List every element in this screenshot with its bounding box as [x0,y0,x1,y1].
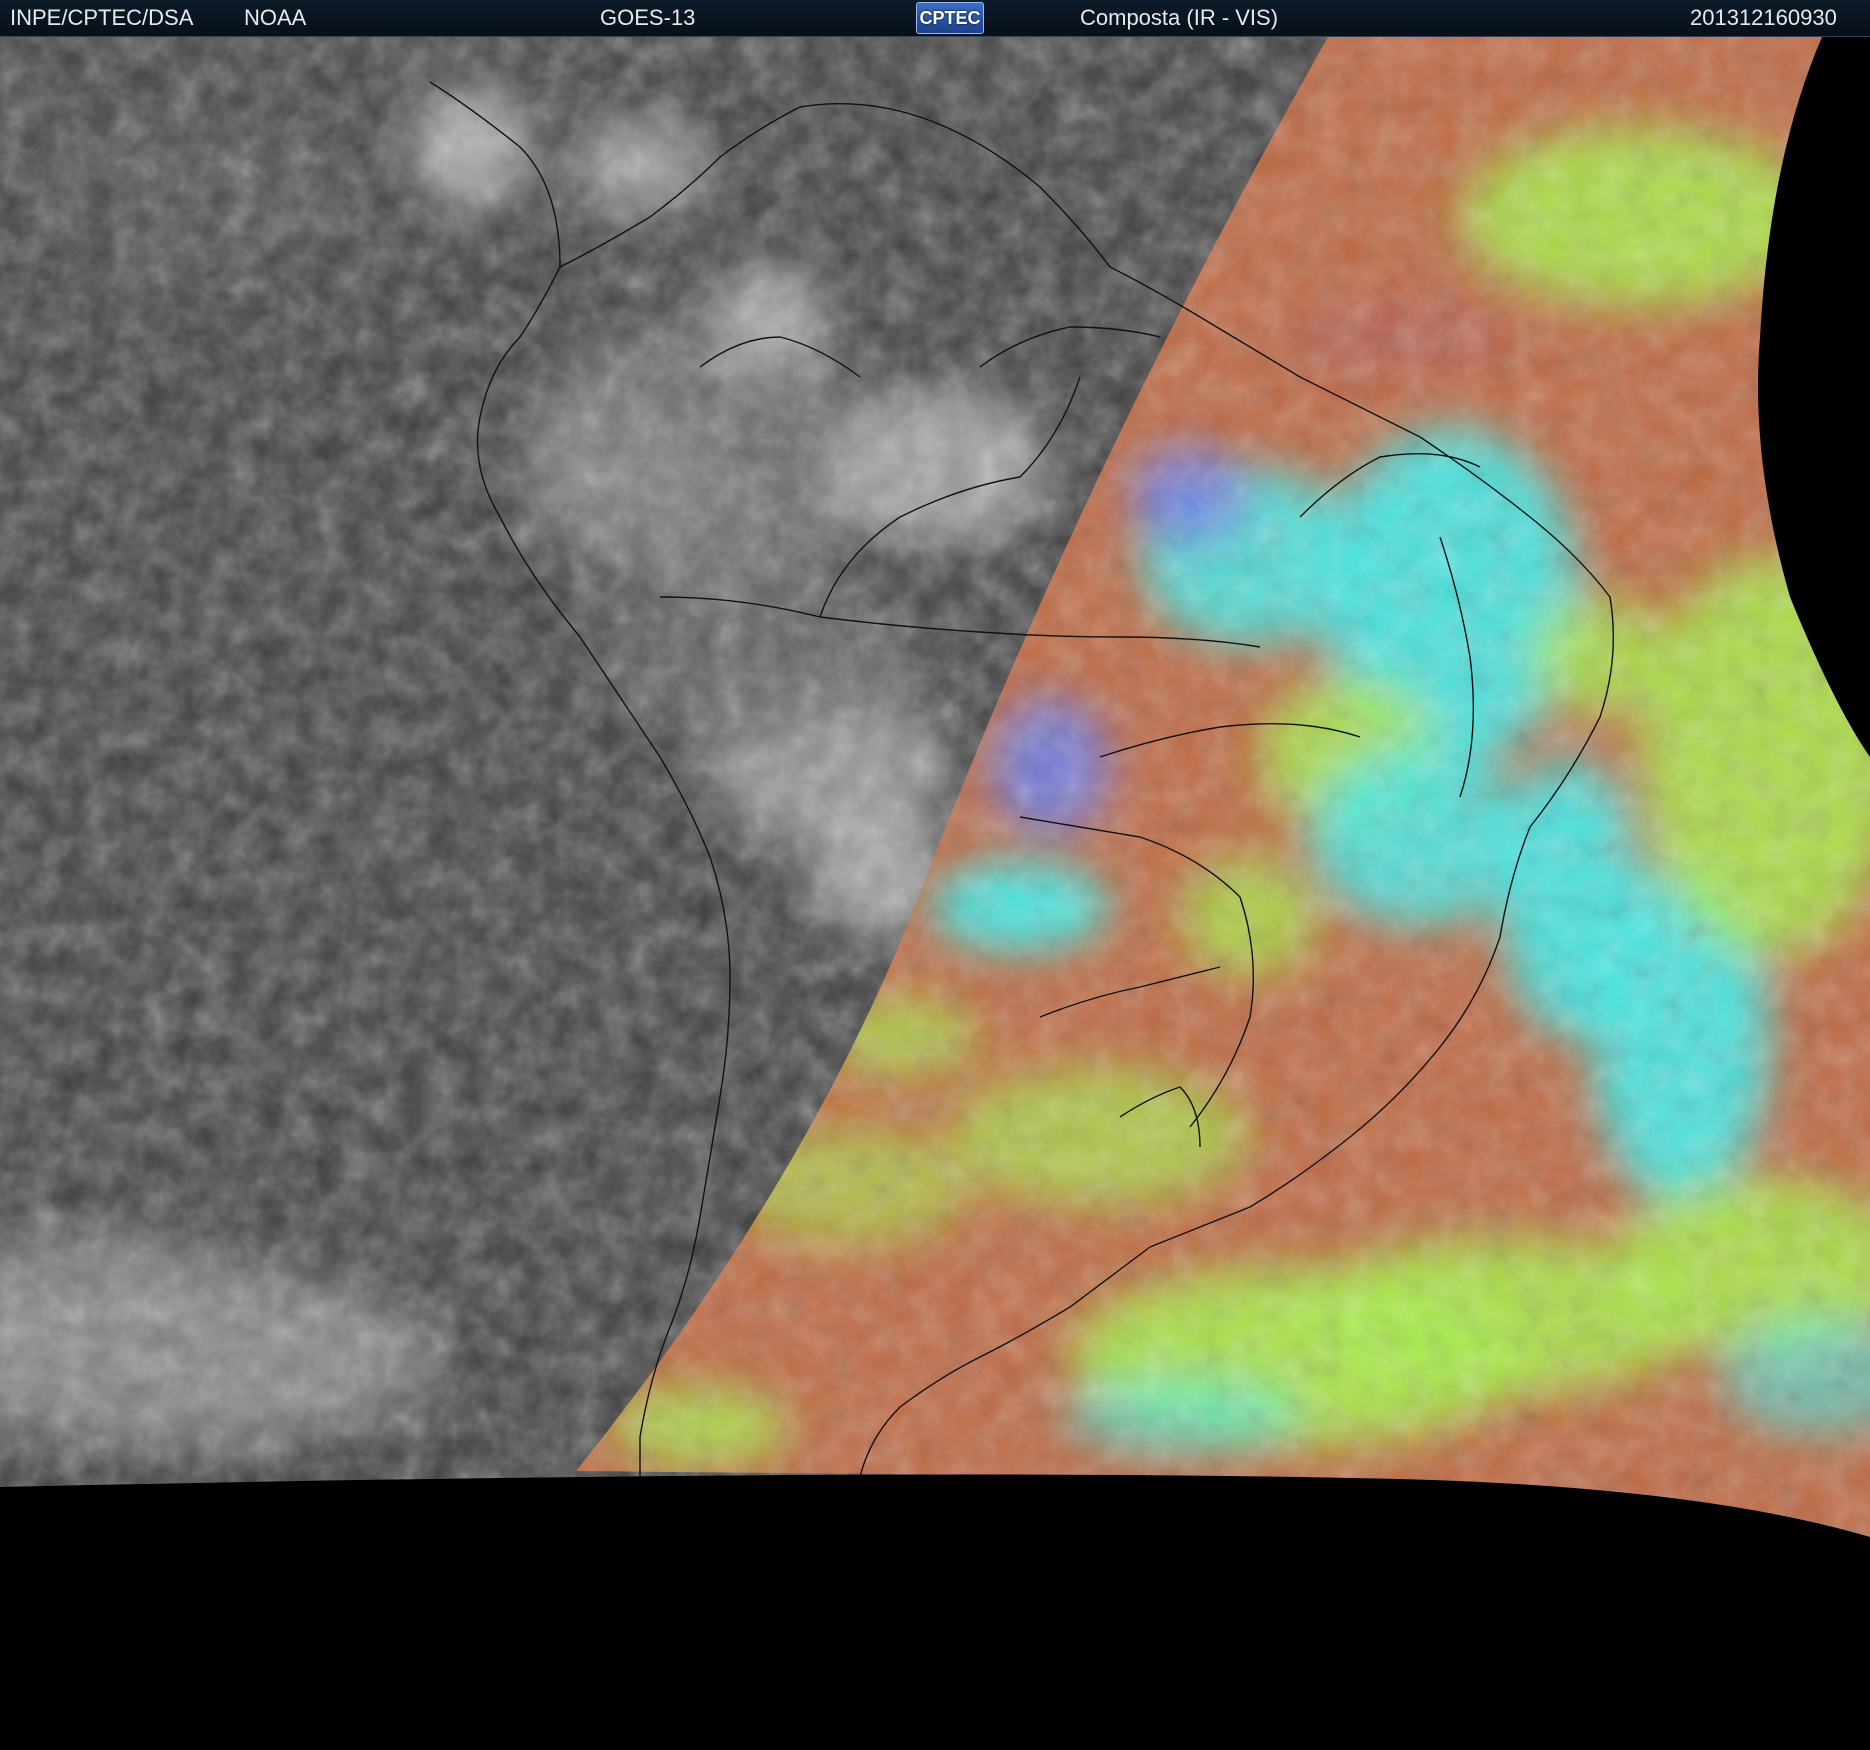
institution-label: INPE/CPTEC/DSA [10,5,194,30]
agency-label: NOAA [244,5,307,30]
satellite-map [0,37,1870,1750]
satellite-label: GOES-13 [600,5,696,30]
cptec-logo: CPTEC [916,2,984,34]
timestamp-label: 201312160930 [1690,5,1837,30]
logo-text: CPTEC [919,8,981,28]
product-label: Composta (IR - VIS) [1080,5,1279,30]
header-bar: INPE/CPTEC/DSA NOAA GOES-13 CPTEC Compos… [0,0,1870,37]
